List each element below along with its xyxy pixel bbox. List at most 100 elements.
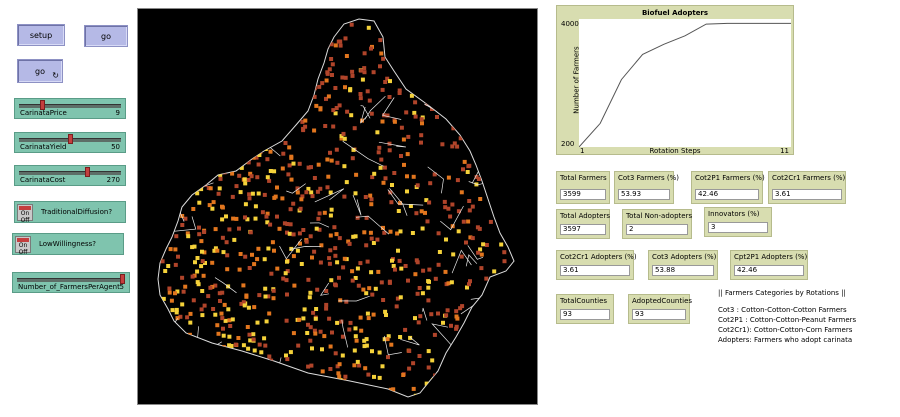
setup-button[interactable]: setup (17, 24, 65, 46)
farmer-patch (450, 202, 455, 207)
county-border (207, 128, 237, 137)
farmer-patch (441, 94, 446, 99)
farmer-patch (489, 82, 494, 87)
farmer-patch (173, 262, 178, 267)
farmer-patch (441, 395, 446, 397)
farmer-patch (313, 45, 318, 50)
farmer-patch (389, 342, 394, 347)
farmer-patch (352, 363, 357, 368)
switch-traditional-diffusion[interactable]: On Off TraditionalDiffusion? (14, 201, 126, 224)
farmer-patch (238, 396, 243, 397)
farmer-patch (364, 394, 369, 397)
farmer-patch (256, 363, 260, 368)
farmer-patch (314, 103, 319, 108)
farmer-patch (507, 345, 511, 349)
switch-toggle[interactable]: On Off (17, 204, 33, 224)
notes-line: Adopters: Farmers who adopt carinata (718, 336, 853, 344)
monitor-label: Cot2P1 Farmers (%) (695, 174, 765, 182)
farmer-patch (254, 41, 259, 46)
farmer-patch (344, 180, 349, 185)
go-once-button[interactable]: go (84, 25, 128, 47)
farmer-patch (167, 290, 172, 295)
farmer-patch (370, 292, 375, 297)
county-border (181, 357, 193, 368)
farmer-patch (296, 70, 301, 75)
farmer-patch (176, 152, 181, 157)
go-forever-button[interactable]: go ↻ (17, 59, 63, 83)
farmer-patch (287, 40, 292, 45)
farmer-patch (226, 382, 231, 387)
farmer-patch (444, 237, 448, 242)
farmer-patch (178, 162, 183, 166)
farmer-patch (207, 117, 212, 122)
farmer-patch (164, 88, 169, 93)
farmer-patch (257, 342, 262, 347)
slider-farmers-per-agent[interactable]: Number_of_FarmersPerAgent 5 (12, 272, 130, 293)
slider-carinata-yield[interactable]: CarinataYield 50 (14, 132, 126, 153)
farmer-patch (312, 249, 317, 254)
farmer-patch (486, 117, 490, 122)
farmer-patch (306, 277, 311, 282)
farmer-patch (208, 149, 213, 154)
slider-carinata-cost[interactable]: CarinataCost 270 (14, 165, 126, 186)
farmer-patch (203, 367, 207, 372)
monitor-value: 42.46 (695, 189, 759, 200)
farmer-patch (222, 302, 227, 307)
farmer-patch (171, 370, 176, 375)
farmer-patch (211, 200, 216, 205)
farmer-patch (242, 303, 247, 308)
farmer-patch (347, 241, 352, 246)
slider-carinata-price[interactable]: CarinataPrice 9 (14, 98, 126, 119)
switch-low-willingness[interactable]: On Off LowWillingness? (12, 233, 124, 256)
farmer-patch (291, 254, 296, 259)
farmer-patch (486, 369, 491, 374)
farmer-patch (206, 294, 211, 299)
farmer-patch (295, 190, 300, 195)
farmer-patch (293, 96, 297, 100)
farmer-patch (260, 210, 265, 215)
farmer-patch (273, 367, 278, 371)
farmer-patch (498, 51, 503, 56)
farmer-patch (460, 304, 465, 309)
farmer-patch (211, 144, 215, 149)
farmer-patch (398, 29, 403, 34)
switch-toggle[interactable]: On Off (15, 236, 31, 256)
farmer-patch (293, 376, 298, 381)
farmer-patch (314, 226, 319, 231)
farmer-patch (213, 130, 218, 135)
farmer-patch (399, 266, 404, 271)
farmer-patch (439, 104, 444, 109)
farmer-patch (298, 241, 302, 246)
farmer-patch (196, 354, 201, 359)
farmer-patch (343, 36, 348, 41)
farmer-patch (419, 209, 424, 214)
farmer-patch (232, 125, 236, 130)
monitor-label: Innovators (%) (708, 210, 760, 218)
farmer-patch (168, 157, 173, 162)
farmer-patch (389, 200, 394, 205)
farmer-patch (200, 313, 205, 318)
farmer-patch (166, 264, 171, 268)
farmer-patch (499, 355, 504, 360)
biofuel-adopters-plot[interactable]: Biofuel Adopters 4000 200 Number of Farm… (556, 5, 794, 155)
farmer-patch (398, 229, 403, 234)
farmer-patch (253, 90, 258, 95)
farmer-patch (509, 51, 513, 56)
farmer-patch (298, 206, 303, 211)
slider-handle[interactable] (67, 134, 73, 144)
farmer-patch (163, 386, 168, 391)
slider-handle[interactable] (84, 167, 90, 177)
farmer-patch (464, 240, 468, 245)
farmer-patch (255, 175, 260, 180)
farmer-patch (323, 124, 328, 128)
farmer-patch (268, 169, 273, 173)
farmer-patch (499, 291, 504, 296)
farmer-patch (158, 239, 163, 244)
farmer-patch (208, 131, 213, 136)
farmer-patch (284, 130, 289, 135)
farmer-patch (411, 361, 416, 366)
farmer-patch (248, 117, 253, 122)
farmer-patch (449, 280, 454, 285)
world-view[interactable] (137, 8, 538, 405)
farmer-patch (191, 397, 195, 401)
